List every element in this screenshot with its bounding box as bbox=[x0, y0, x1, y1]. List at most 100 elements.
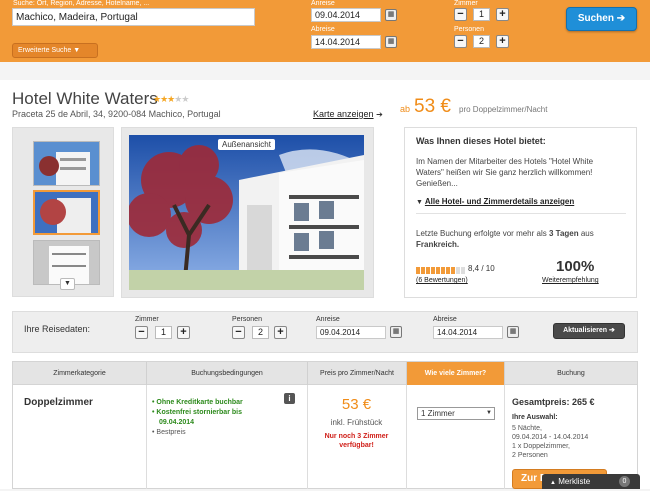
zimmer-input[interactable]: 1 bbox=[155, 326, 172, 339]
rating-value: 8,4 / 10 bbox=[468, 264, 495, 273]
reviews-link[interactable]: (6 Bewertungen) bbox=[416, 277, 468, 284]
recommend-link[interactable]: Weiterempfehlung bbox=[542, 277, 599, 284]
hotel-name: Hotel White Waters bbox=[12, 89, 158, 108]
plus-button[interactable]: + bbox=[177, 326, 190, 339]
triangle-up-icon: ▲ bbox=[550, 480, 556, 486]
last-booking-text: Letzte Buchung erfolgte vor mehr als 3 T… bbox=[416, 228, 616, 250]
info-title: Was Ihnen dieses Hotel bietet: bbox=[416, 136, 546, 146]
rating-segment bbox=[416, 267, 420, 274]
personen-input[interactable]: 2 bbox=[473, 35, 490, 48]
star-rating: ★★★★★ bbox=[153, 93, 189, 105]
zimmer-label: Zimmer bbox=[135, 316, 159, 323]
update-button[interactable]: Aktualisieren ➔ bbox=[553, 323, 625, 339]
price-prefix: ab bbox=[400, 104, 411, 114]
chevron-down-icon: ▼ bbox=[73, 47, 81, 54]
image-caption-badge: Außenansicht bbox=[218, 139, 275, 150]
divider bbox=[504, 385, 505, 489]
abreise-label: Abreise bbox=[311, 26, 335, 33]
conditions-list: • Ohne Kreditkarte buchbar • Kostenfrei … bbox=[152, 398, 262, 438]
chevron-down-icon: ▼ bbox=[64, 280, 71, 287]
selection-nights: 5 Nächte, bbox=[512, 425, 542, 432]
plus-button[interactable]: + bbox=[496, 35, 509, 48]
condition-text: Kostenfrei stornierbar bis 09.04.2014 bbox=[156, 409, 242, 426]
condition-item: • Kostenfrei stornierbar bis 09.04.2014 bbox=[152, 409, 242, 426]
abreise-input[interactable]: 14.04.2014 bbox=[311, 35, 381, 49]
map-link[interactable]: Karte anzeigen ➔ bbox=[313, 109, 383, 119]
abreise-label: Abreise bbox=[433, 316, 457, 323]
rating-segment bbox=[426, 267, 430, 274]
details-link[interactable]: ▼ Alle Hotel- und Zimmerdetails anzeigen bbox=[416, 197, 574, 206]
rating-segment bbox=[431, 267, 435, 274]
anreise-input[interactable]: 09.04.2014 bbox=[316, 326, 386, 339]
travel-dates-label: Ihre Reisedaten: bbox=[24, 324, 91, 334]
watchlist-tab[interactable]: ▲ Merkliste 0 bbox=[542, 474, 640, 489]
search-button[interactable]: Suchen ➔ bbox=[566, 7, 637, 31]
scroll-down-button[interactable]: ▼ bbox=[60, 278, 75, 290]
last-booking-days: 3 Tagen bbox=[548, 229, 579, 238]
calendar-icon[interactable]: ▦ bbox=[385, 9, 397, 21]
building-thumbnail-icon bbox=[34, 142, 99, 185]
col-header-conditions: Buchungsbedingungen bbox=[147, 362, 308, 386]
room-quantity-value: 1 Zimmer bbox=[421, 409, 455, 418]
minus-button[interactable]: − bbox=[454, 35, 467, 48]
personen-input[interactable]: 2 bbox=[252, 326, 269, 339]
zimmer-input[interactable]: 1 bbox=[473, 8, 490, 21]
condition-text: Bestpreis bbox=[156, 429, 186, 436]
rating-bar bbox=[416, 265, 466, 274]
condition-item: • Ohne Kreditkarte buchbar bbox=[152, 399, 243, 406]
rating-segment bbox=[421, 267, 425, 274]
arrow-right-icon: ➔ bbox=[609, 327, 615, 334]
chevron-down-icon: ▼ bbox=[486, 410, 492, 416]
anreise-input[interactable]: 09.04.2014 bbox=[311, 8, 381, 22]
condition-item: • Bestpreis bbox=[152, 429, 186, 436]
thumbnail-image-selected[interactable] bbox=[33, 190, 100, 235]
col-header-quantity: Wie viele Zimmer? bbox=[407, 362, 505, 386]
minus-button[interactable]: − bbox=[135, 326, 148, 339]
anreise-label: Anreise bbox=[311, 0, 335, 7]
details-link-label: Alle Hotel- und Zimmerdetails anzeigen bbox=[424, 197, 575, 206]
col-header-category: Zimmerkategorie bbox=[13, 362, 147, 386]
rating-segment bbox=[441, 267, 445, 274]
total-price: Gesamtpreis: 265 € bbox=[512, 397, 595, 407]
update-button-label: Aktualisieren bbox=[563, 327, 608, 334]
destination-label: Suche: Ort, Region, Adresse, Hotelname, … bbox=[13, 0, 150, 7]
divider bbox=[406, 385, 407, 489]
map-link-label: Karte anzeigen bbox=[313, 109, 374, 119]
last-booking-country: Frankreich. bbox=[416, 240, 460, 249]
room-category: Doppelzimmer bbox=[24, 397, 93, 408]
minus-button[interactable]: − bbox=[232, 326, 245, 339]
advanced-search-button[interactable]: Erweiterte Suche ▼ bbox=[12, 43, 98, 58]
col-header-booking: Buchung bbox=[557, 370, 585, 377]
advanced-search-label: Erweiterte Suche bbox=[18, 47, 72, 54]
abreise-input[interactable]: 14.04.2014 bbox=[433, 326, 503, 339]
room-table-header: Zimmerkategorie Buchungsbedingungen Prei… bbox=[12, 361, 638, 386]
calendar-icon[interactable]: ▦ bbox=[507, 326, 519, 338]
calendar-icon[interactable]: ▦ bbox=[385, 36, 397, 48]
thumbnail-image[interactable] bbox=[33, 141, 100, 186]
watchlist-label: Merkliste bbox=[558, 477, 591, 486]
room-price: 53 € bbox=[341, 396, 372, 413]
price-note: inkl. Frühstück bbox=[330, 418, 383, 427]
col-header-price: Preis pro Zimmer/Nacht bbox=[308, 362, 407, 386]
destination-input[interactable]: Machico, Madeira, Portugal bbox=[12, 8, 255, 26]
selection-details: 5 Nächte, 09.04.2014 - 14.04.2014 1 x Do… bbox=[512, 424, 588, 460]
rating-segment bbox=[461, 267, 465, 274]
plus-button[interactable]: + bbox=[496, 8, 509, 21]
recommend-percent: 100% bbox=[556, 258, 595, 275]
room-quantity-select[interactable]: 1 Zimmer ▼ bbox=[417, 407, 495, 420]
last-booking-pre: Letzte Buchung erfolgte vor mehr als bbox=[416, 229, 547, 238]
arrow-right-icon: ➔ bbox=[616, 13, 626, 24]
minus-button[interactable]: − bbox=[454, 8, 467, 21]
search-button-label: Suchen bbox=[577, 13, 614, 24]
plus-button[interactable]: + bbox=[274, 326, 287, 339]
condition-text: Ohne Kreditkarte buchbar bbox=[156, 399, 243, 406]
anreise-label: Anreise bbox=[316, 316, 340, 323]
info-icon[interactable]: i bbox=[284, 393, 295, 404]
hotel-price: 53 € bbox=[414, 96, 451, 117]
divider bbox=[416, 213, 626, 214]
selection-dates: 09.04.2014 - 14.04.2014 bbox=[512, 434, 589, 441]
triangle-down-icon: ▼ bbox=[416, 199, 423, 206]
arrow-right-icon: ➔ bbox=[376, 110, 383, 119]
rating-segment bbox=[446, 267, 450, 274]
calendar-icon[interactable]: ▦ bbox=[390, 326, 402, 338]
